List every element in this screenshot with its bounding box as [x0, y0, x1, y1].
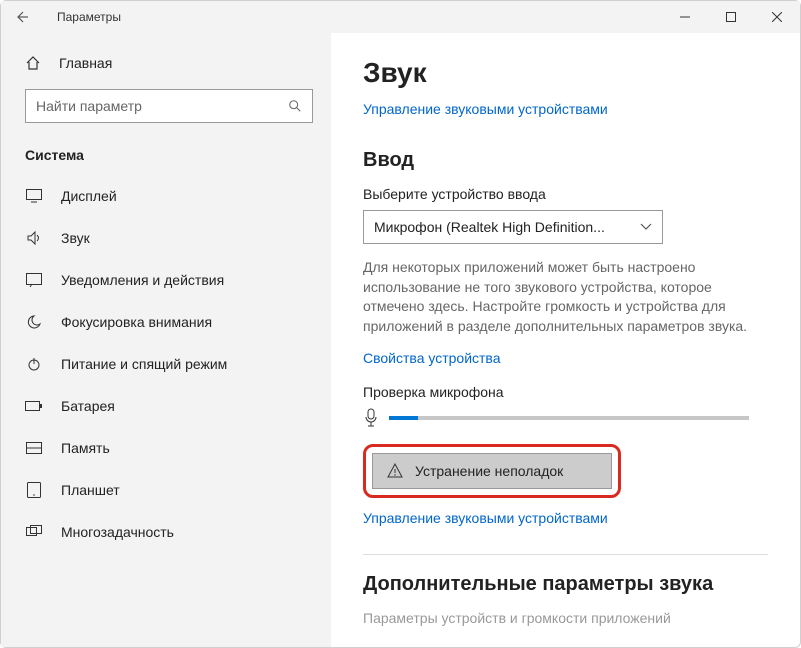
warning-icon — [387, 463, 403, 479]
chevron-down-icon — [640, 223, 652, 231]
tablet-icon — [25, 481, 43, 499]
nav-battery[interactable]: Батарея — [1, 385, 331, 427]
storage-icon — [25, 439, 43, 457]
section-label: Система — [1, 137, 331, 175]
mic-level-fill — [389, 416, 418, 420]
nav-label: Дисплей — [61, 188, 117, 204]
nav-tablet[interactable]: Планшет — [1, 469, 331, 511]
nav-storage[interactable]: Память — [1, 427, 331, 469]
highlight-annotation: Устранение неполадок — [363, 444, 621, 498]
troubleshoot-button[interactable]: Устранение неполадок — [372, 453, 612, 489]
search-icon — [288, 99, 302, 113]
window-title: Параметры — [41, 10, 121, 24]
manage-devices-link[interactable]: Управление звуковыми устройствами — [363, 101, 768, 117]
nav-label: Уведомления и действия — [61, 272, 224, 288]
settings-window: Параметры Главная Найти парамет — [0, 0, 801, 648]
battery-icon — [25, 397, 43, 415]
mic-level-bar — [389, 416, 749, 420]
minimize-icon — [680, 12, 690, 22]
home-label: Главная — [59, 55, 112, 71]
divider — [363, 554, 768, 555]
maximize-button[interactable] — [708, 1, 754, 33]
search-input[interactable]: Найти параметр — [25, 89, 313, 123]
nav-label: Память — [61, 440, 110, 456]
input-select-label: Выберите устройство ввода — [363, 186, 768, 202]
advanced-heading: Дополнительные параметры звука — [363, 573, 768, 596]
page-title: Звук — [363, 57, 768, 89]
microphone-icon — [363, 408, 379, 428]
advanced-item-cut: Параметры устройств и громкости приложен… — [363, 610, 768, 626]
minimize-button[interactable] — [662, 1, 708, 33]
nav-sound[interactable]: Звук — [1, 217, 331, 259]
focus-icon — [25, 313, 43, 331]
nav-label: Питание и спящий режим — [61, 356, 227, 372]
input-heading: Ввод — [363, 149, 768, 172]
search-placeholder: Найти параметр — [36, 98, 142, 114]
arrow-left-icon — [13, 9, 29, 25]
nav-display[interactable]: Дисплей — [1, 175, 331, 217]
close-button[interactable] — [754, 1, 800, 33]
sound-icon — [25, 229, 43, 247]
body: Главная Найти параметр Система Дисплей — [1, 33, 800, 647]
back-button[interactable] — [1, 1, 41, 33]
nav-notifications[interactable]: Уведомления и действия — [1, 259, 331, 301]
input-device-select[interactable]: Микрофон (Realtek High Definition... — [363, 210, 663, 244]
nav-multitasking[interactable]: Многозадачность — [1, 511, 331, 553]
sidebar: Главная Найти параметр Система Дисплей — [1, 33, 331, 647]
home-icon — [25, 55, 41, 71]
close-icon — [772, 12, 782, 22]
mic-check-label: Проверка микрофона — [363, 384, 768, 400]
nav-label: Батарея — [61, 398, 115, 414]
troubleshoot-label: Устранение неполадок — [415, 463, 563, 479]
power-icon — [25, 355, 43, 373]
home-link[interactable]: Главная — [1, 45, 331, 81]
mic-level-row — [363, 408, 768, 428]
manage-devices-link-2[interactable]: Управление звуковыми устройствами — [363, 510, 608, 526]
titlebar: Параметры — [1, 1, 800, 33]
search-wrap: Найти параметр — [25, 89, 315, 123]
nav-focus[interactable]: Фокусировка внимания — [1, 301, 331, 343]
nav-label: Фокусировка внимания — [61, 314, 212, 330]
content: Звук Управление звуковыми устройствами В… — [331, 33, 800, 647]
selected-value: Микрофон (Realtek High Definition... — [374, 219, 605, 235]
device-properties-link[interactable]: Свойства устройства — [363, 350, 768, 366]
multitasking-icon — [25, 523, 43, 541]
nav-power[interactable]: Питание и спящий режим — [1, 343, 331, 385]
nav-label: Звук — [61, 230, 90, 246]
maximize-icon — [726, 12, 736, 22]
window-controls — [662, 1, 800, 33]
nav-label: Многозадачность — [61, 524, 174, 540]
nav-label: Планшет — [61, 482, 120, 498]
input-description: Для некоторых приложений может быть наст… — [363, 258, 763, 336]
display-icon — [25, 187, 43, 205]
nav-list: Дисплей Звук Уведомления и действия Фоку… — [1, 175, 331, 647]
notifications-icon — [25, 271, 43, 289]
